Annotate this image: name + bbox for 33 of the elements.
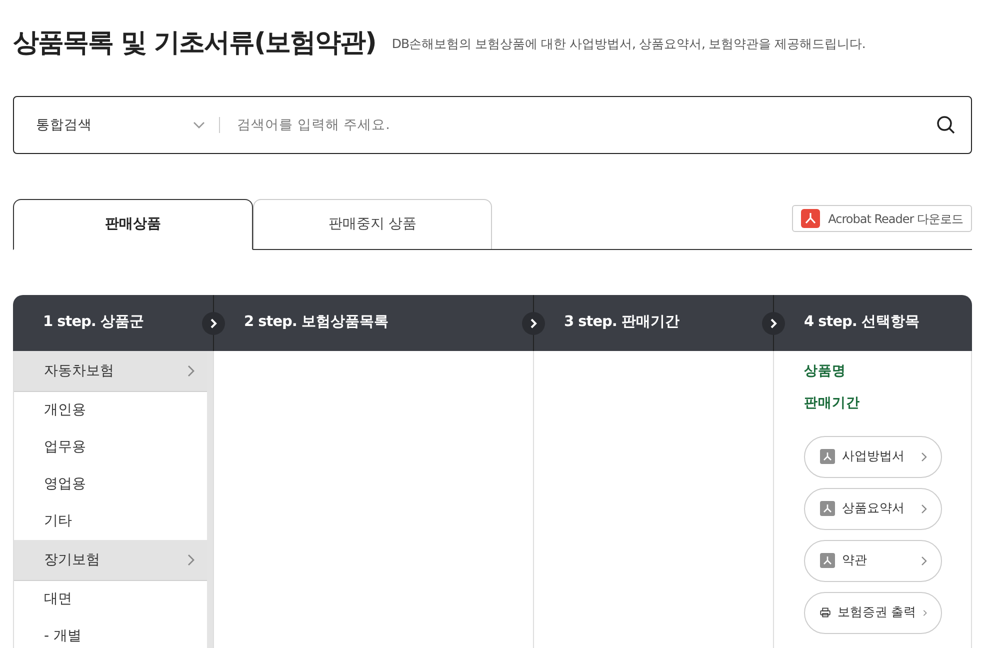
- tab[interactable]: 판매중지 상품: [253, 199, 492, 249]
- chevron-right-icon: [923, 608, 927, 618]
- pdf-icon: [820, 501, 835, 516]
- pdf-icon: [820, 553, 835, 568]
- search-field[interactable]: 통합검색 검색어를 입력해 주세요.: [13, 96, 972, 154]
- chevron-down-icon: [193, 121, 205, 129]
- category-item[interactable]: 자동차보험: [14, 351, 207, 392]
- chevron-right-icon: [921, 556, 927, 566]
- pdf-icon: [820, 449, 835, 464]
- document-button[interactable]: 보험증권 출력: [804, 592, 942, 634]
- acrobat-reader-download-button[interactable]: Acrobat Reader 다운로드: [792, 205, 972, 232]
- step-title: 4 step. 선택항목: [804, 313, 920, 332]
- chevron-right-icon: [187, 365, 195, 377]
- page-description: DB손해보험의 보험상품에 대한 사업방법서, 상품요약서, 보험약관을 제공해드립니다.: [392, 35, 866, 54]
- selection-label: 상품명: [804, 362, 847, 381]
- scrollbar[interactable]: [207, 351, 213, 648]
- category-item[interactable]: 장기보험: [14, 540, 207, 581]
- printer-icon: [820, 605, 831, 620]
- step-title: 2 step. 보험상품목록: [244, 313, 388, 332]
- selection-label: 판매기간: [804, 394, 861, 414]
- document-button[interactable]: 약관: [804, 540, 942, 582]
- search-category-dropdown[interactable]: 통합검색: [14, 114, 219, 136]
- chevron-right-icon: [921, 504, 927, 514]
- pdf-icon: [801, 209, 820, 228]
- tab[interactable]: 판매상품: [13, 199, 253, 250]
- document-button[interactable]: 상품요약서: [804, 488, 942, 530]
- search-icon[interactable]: [936, 115, 956, 135]
- step-title: 1 step. 상품군: [43, 313, 144, 332]
- chevron-right-icon: [187, 554, 195, 566]
- step-title: 3 step. 판매기간: [564, 313, 680, 332]
- page-title: 상품목록 및 기초서류(보험약관): [13, 30, 376, 56]
- document-button[interactable]: 사업방법서: [804, 436, 942, 478]
- chevron-right-icon: [921, 452, 927, 462]
